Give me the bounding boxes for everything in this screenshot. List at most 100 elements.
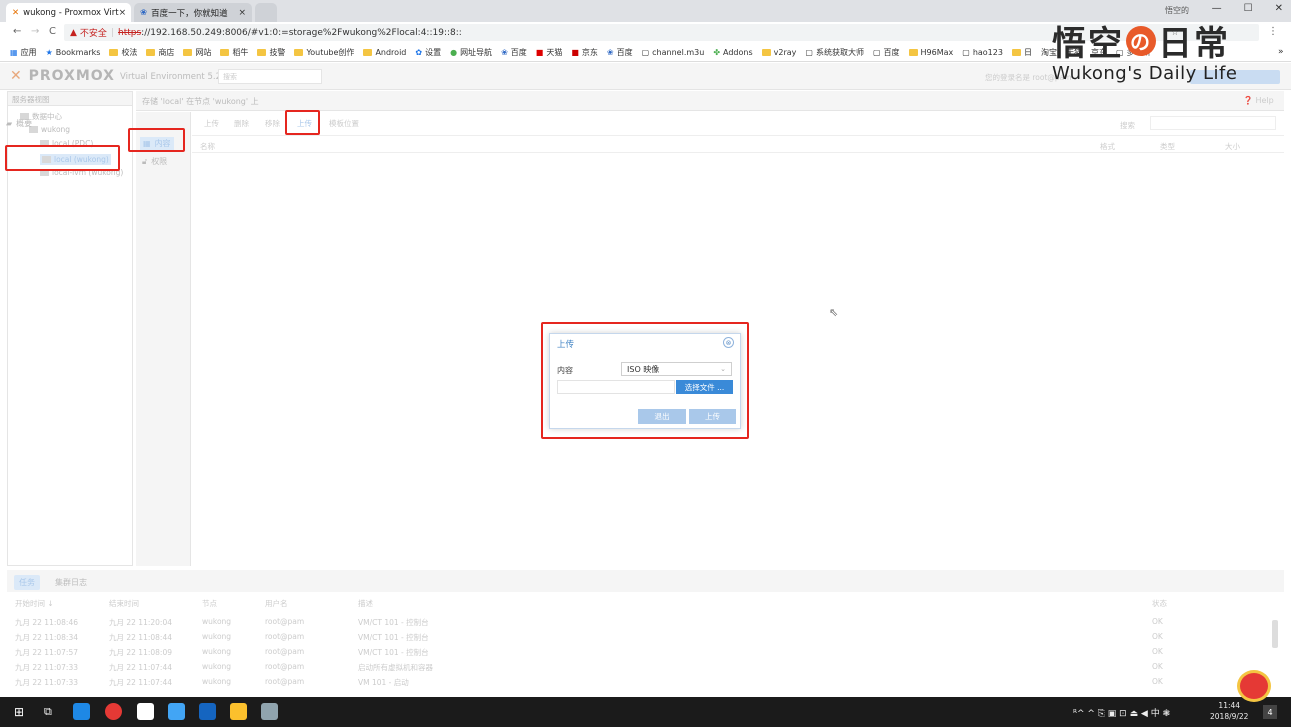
log-column-header[interactable]: 描述 <box>358 598 373 609</box>
log-cell: root@pam <box>265 662 305 671</box>
nav-summary[interactable]: ▰ 概要 <box>6 118 32 129</box>
bookmark-item[interactable]: ■ 京东 <box>571 47 598 58</box>
app-desktop-icon[interactable] <box>261 703 278 720</box>
close-window-button[interactable]: ✕ <box>1275 3 1283 14</box>
bookmark-item[interactable]: ✿ 设置 <box>415 47 441 58</box>
log-cell: 九月 22 11:07:57 <box>15 648 78 657</box>
column-header[interactable]: 大小 <box>1225 141 1240 152</box>
globe-icon: ● <box>450 48 458 57</box>
bookmark-item[interactable]: Youtube创作 <box>294 47 354 58</box>
app-p-icon[interactable] <box>73 703 90 720</box>
log-cell: 九月 22 11:07:44 <box>109 663 172 672</box>
bookmark-item[interactable]: v2ray <box>761 48 796 57</box>
log-scrollbar[interactable] <box>1272 620 1278 648</box>
bookmark-item[interactable]: 技警 <box>257 47 285 58</box>
mail-icon[interactable] <box>137 703 154 720</box>
windows-start-icon[interactable]: ⊞ <box>14 705 24 719</box>
paw-icon: ❀ <box>606 48 614 57</box>
pve-search-input[interactable]: 搜索 <box>218 69 322 84</box>
column-header[interactable]: 名称 <box>200 141 215 152</box>
mouse-cursor-icon: ⇖ <box>829 306 839 319</box>
log-cell: 九月 22 11:07:44 <box>109 678 172 687</box>
page-title: 存储 'local' 在节点 'wukong' 上 <box>142 97 259 106</box>
browser-tab-baidu[interactable]: ❀ 百度一下，你就知道 × <box>134 3 252 22</box>
bookmark-item[interactable]: 日 <box>1011 47 1032 58</box>
log-column-header[interactable]: 节点 <box>202 598 217 609</box>
column-header[interactable]: 格式 <box>1100 141 1115 152</box>
tab-cluster-log[interactable]: 集群日志 <box>50 575 92 590</box>
bookmark-item[interactable]: ★ Bookmarks <box>46 48 101 57</box>
bookmark-item[interactable]: ▢ channel.m3u <box>642 48 705 57</box>
content-search-input[interactable] <box>1150 116 1276 130</box>
tab-close-icon[interactable]: × <box>119 8 127 18</box>
chrome-icon[interactable] <box>105 703 122 720</box>
proxmox-logo: ✕ PROXMOX <box>10 68 115 84</box>
bookmark-item[interactable]: ▢ hao123 <box>962 48 1003 57</box>
column-header[interactable]: 类型 <box>1160 141 1175 152</box>
log-cell: 九月 22 11:07:33 <box>15 678 78 687</box>
bookmark-item[interactable]: ● 网址导航 <box>450 47 492 58</box>
bookmark-item[interactable]: ❀ 百度 <box>607 47 633 58</box>
star-icon: ★ <box>45 48 53 57</box>
taskbar-clock[interactable]: 11:44 2018/9/22 <box>1210 700 1248 722</box>
log-cell: VM/CT 101 - 控制台 <box>358 633 429 642</box>
browser-tab-proxmox[interactable]: ✕ wukong - Proxmox Virt × <box>6 3 131 22</box>
gear-icon: ✿ <box>415 48 423 57</box>
bookmark-item[interactable]: H96Max <box>908 48 953 57</box>
paw-icon: ❀ <box>501 48 508 57</box>
bookmark-item[interactable]: Android <box>363 48 406 57</box>
log-cell: wukong <box>202 647 232 656</box>
bookmark-item[interactable]: 稻牛 <box>220 47 248 58</box>
log-tabs <box>7 570 1284 592</box>
bookmark-apps[interactable]: ▦ 应用 <box>10 47 37 58</box>
help-icon: ❓ <box>1243 96 1256 105</box>
reload-button[interactable]: C <box>49 26 56 37</box>
bookmark-item[interactable]: 校法 <box>109 47 137 58</box>
log-column-header[interactable]: 结束时间 <box>109 598 139 609</box>
content-search-label: 搜索 <box>1120 121 1135 130</box>
app-w-icon[interactable] <box>199 703 216 720</box>
back-button[interactable]: ← <box>13 26 21 37</box>
toolbar-button[interactable]: 上传 <box>204 118 219 129</box>
mascot-icon <box>1237 670 1271 702</box>
warning-icon: ▲ <box>70 27 77 38</box>
tab-label: wukong - Proxmox Virt <box>23 7 119 18</box>
content-header <box>136 91 1284 111</box>
log-column-header[interactable]: 开始时间 ↓ <box>15 598 54 609</box>
file-explorer-icon[interactable] <box>230 703 247 720</box>
toolbar-button[interactable]: 移除 <box>265 118 280 129</box>
tree-item-node[interactable]: wukong <box>29 125 70 134</box>
app-bird-icon[interactable] <box>168 703 185 720</box>
maximize-button[interactable]: ☐ <box>1244 3 1253 14</box>
notification-icon[interactable]: 4 <box>1263 705 1277 719</box>
folder-icon <box>908 49 918 56</box>
bookmark-item[interactable]: 商店 <box>146 47 174 58</box>
log-column-header[interactable]: 用户名 <box>265 598 288 609</box>
tab-close-icon[interactable]: × <box>238 8 246 18</box>
log-cell: root@pam <box>265 647 305 656</box>
pve-version: Virtual Environment 5.2-1 <box>120 72 230 82</box>
folder-icon <box>1011 49 1021 56</box>
bookmark-item[interactable]: ✤ Addons <box>713 48 752 57</box>
log-cell: 九月 22 11:08:44 <box>109 633 172 642</box>
bookmark-item[interactable]: ▢ 系统获取大师 <box>805 47 864 58</box>
bookmark-item[interactable]: ■ 天猫 <box>536 47 563 58</box>
log-column-header[interactable]: 状态 <box>1152 598 1167 609</box>
new-tab-button[interactable] <box>255 3 277 22</box>
forward-button[interactable]: → <box>31 26 39 37</box>
bookmark-item[interactable]: 网站 <box>183 47 211 58</box>
nav-permissions[interactable]: 🔓︎ 权限 <box>142 156 167 167</box>
toolbar-button[interactable]: 删除 <box>234 118 249 129</box>
toolbar-button[interactable]: 模板位置 <box>329 118 359 129</box>
bookmark-item[interactable]: ❀ 百度 <box>501 47 527 58</box>
minimize-button[interactable]: — <box>1212 3 1222 14</box>
url-scheme: https <box>117 27 142 38</box>
task-view-icon[interactable]: ⧉ <box>44 705 52 719</box>
system-tray[interactable]: ᴿ^ ^ ⎘ ▣ ⊡ ⏏ ◀ 中 ❃ <box>1073 706 1170 719</box>
bookmark-item[interactable]: ▢ 百度 <box>873 47 900 58</box>
server-view-select[interactable]: 服务器视图 <box>8 92 132 106</box>
help-button[interactable]: ❓ Help <box>1243 96 1274 105</box>
unlock-icon: 🔓︎ <box>142 156 148 166</box>
baidu-favicon-icon: ❀ <box>140 7 148 18</box>
tab-tasks[interactable]: 任务 <box>14 575 40 590</box>
